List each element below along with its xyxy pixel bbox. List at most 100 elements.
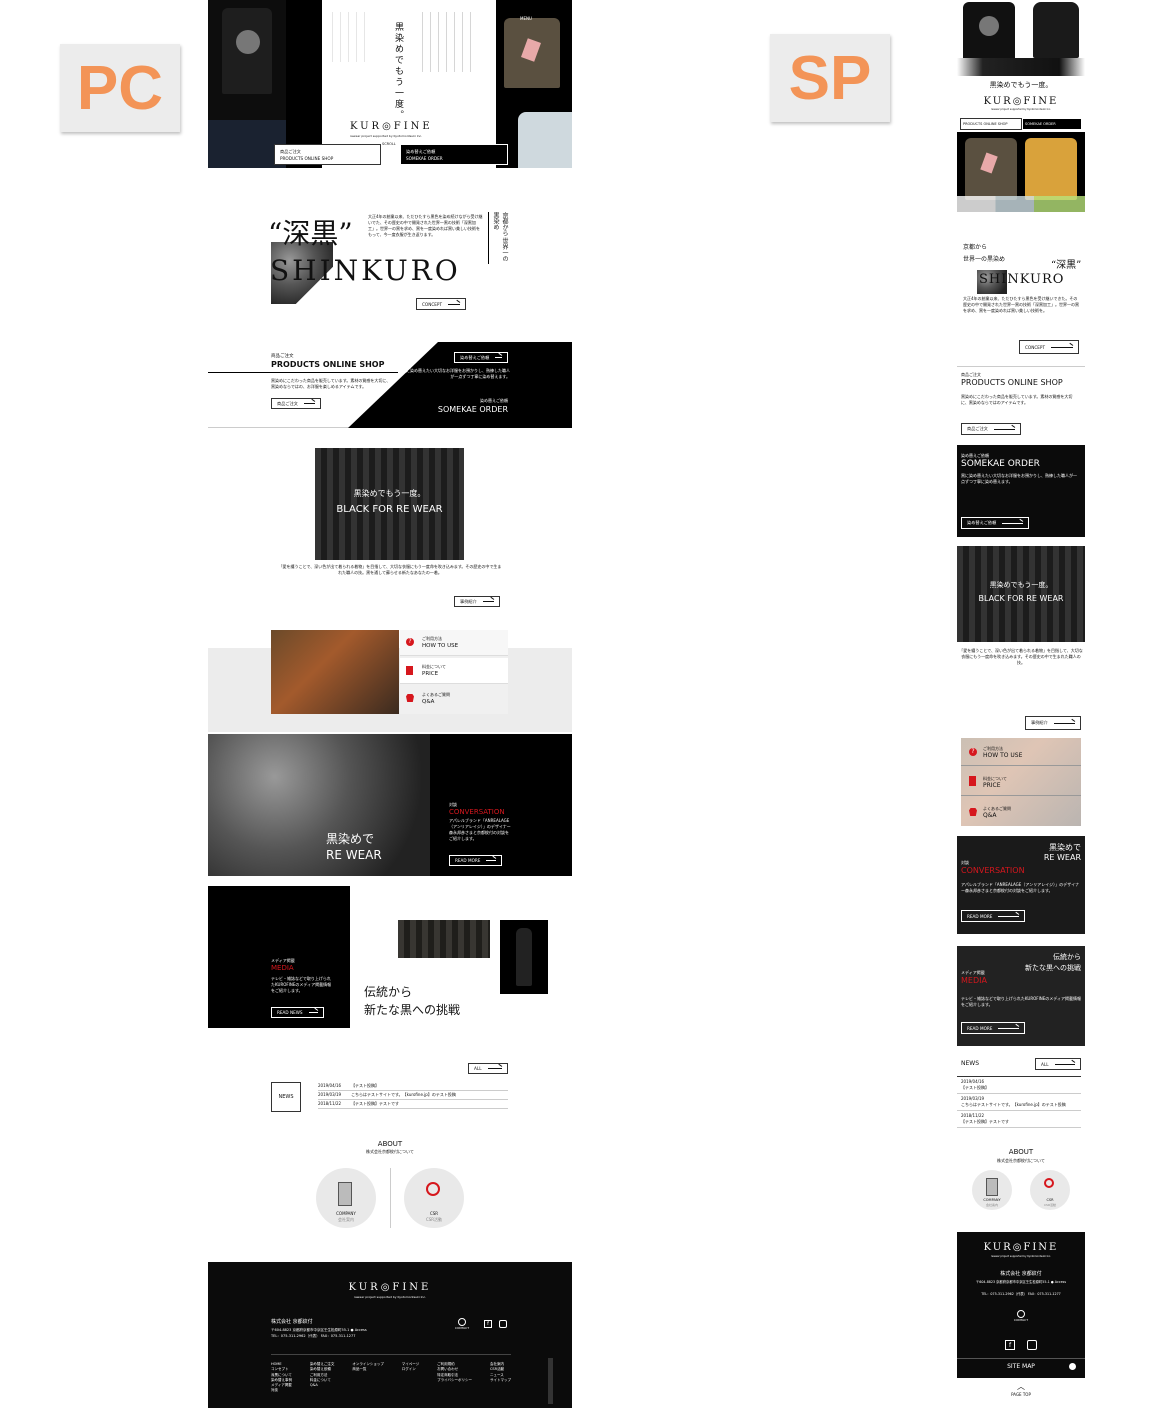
sp-order-section: 染め替えご依頼 SOMEKAE ORDER 黒に染め替えたい大切なお洋服をお預か… (957, 445, 1085, 537)
conversation-button[interactable]: READ MORE (449, 855, 502, 866)
pc-about: ABOUT 株式会社京都紋付について COMPANY 会社案内 CSR CSR活… (208, 1140, 572, 1232)
footer-link[interactable]: Q&A (310, 1383, 335, 1388)
split-order-body: 黒に染め替えたい大切なお洋服をお預かりし、熟練した職人が一点ずつ丁寧に染め替えま… (402, 368, 510, 379)
company-link[interactable]: COMPANY 会社案内 (316, 1168, 376, 1228)
building-icon (986, 1178, 998, 1196)
conversation-body: アパレルブランド「ANREALAGE（アンリアレイジ）」のデザイナー森永邦彦さま… (449, 818, 511, 841)
news-item[interactable]: 2018/11/22 【テスト投稿】テストです (318, 1100, 508, 1109)
facebook-icon[interactable]: f (1005, 1340, 1015, 1350)
media-button[interactable]: READ NEWS (271, 1007, 324, 1018)
sp-rewear-line2: BLACK FOR RE WEAR (978, 594, 1064, 603)
footer-col: 染め替えご注文 染め替え依頼 ご利用方法 料金について Q&A (310, 1362, 335, 1394)
news-item[interactable]: 2019/04/16 【テスト投稿】 (957, 1077, 1081, 1094)
hero-shop-button[interactable]: 商品ご注文 PRODUCTS ONLINE SHOP (274, 144, 381, 165)
sp-order-button[interactable]: SOMEKAE ORDER (1022, 118, 1082, 130)
news-item[interactable]: 2019/04/16 【テスト投稿】 (318, 1082, 508, 1091)
split-order-button[interactable]: 染め替えご依頼 (454, 352, 508, 363)
pc-conversation[interactable]: 黒染めで RE WEAR 対談 CONVERSATION アパレルブランド「AN… (208, 734, 572, 876)
sp-pagetop-chevron-icon[interactable]: ︿ (957, 1383, 1085, 1391)
pc-rewear: 黒染めでもう一度。 BLACK FOR RE WEAR 「愛を纏うことで、深い色… (208, 448, 572, 613)
guide-qa[interactable]: よくあるご質問 Q&A (400, 686, 508, 712)
sp-news-list: 2019/04/16 【テスト投稿】 2019/03/19 こちらはテストサイトです… (957, 1076, 1081, 1128)
sp-denim-row (957, 58, 1085, 76)
sp-pagetop[interactable]: PAGE TOP (957, 1392, 1085, 1398)
guide-2-jp: よくあるご質問 (422, 692, 450, 697)
hero-vertical-text (422, 12, 472, 72)
shinkuro-vertical: 京都から 世界一の黒染め (488, 212, 509, 264)
hero-right-photos: MENU (496, 0, 572, 168)
news-item[interactable]: 2018/11/22 【テスト投稿】テストです (957, 1111, 1081, 1128)
about-sub: 株式会社京都紋付について (366, 1149, 414, 1154)
sp-media-overlay-2: 新たな黒への挑戦 (1025, 964, 1081, 972)
sp-csr-link[interactable]: CSR CSR活動 (1030, 1170, 1070, 1210)
sp-footer-logo[interactable]: KUR◎FINE (957, 1242, 1085, 1253)
sitemap-toggle-icon[interactable] (1069, 1363, 1076, 1370)
footer-link[interactable]: 染め替え依頼 (310, 1367, 335, 1372)
facebook-icon[interactable]: f (484, 1320, 492, 1328)
sp-conversation[interactable]: 黒染めで RE WEAR 対談 CONVERSATION アパレルブランド「AN… (957, 836, 1085, 934)
sp-media-title: MEDIA (961, 976, 987, 985)
split-shop-button[interactable]: 商品ご注文 (271, 398, 321, 409)
footer-link[interactable]: 対談 (271, 1388, 292, 1393)
sp-guide-qa[interactable]: よくあるご質問 Q&A (961, 798, 1081, 826)
about-divider (390, 1168, 391, 1228)
sp-rewear-line1: 黒染めでもう一度。 (989, 581, 1053, 589)
sp-footer-contact[interactable]: CONTACT (1011, 1310, 1031, 1322)
sp-footer-access[interactable]: Access (1055, 1280, 1066, 1284)
footer-logo[interactable]: KUR◎FINE (208, 1282, 572, 1293)
footer-link[interactable]: 深黒について (271, 1373, 292, 1378)
sp-catch: 黒染めでもう一度。 (989, 81, 1053, 89)
footer-link[interactable]: 商品一覧 (352, 1367, 384, 1372)
footer-col: ご利用規約 お問い合わせ 特定商取引法 プライバシーポリシー (437, 1362, 472, 1394)
instagram-icon[interactable] (1027, 1340, 1037, 1350)
sp-logo[interactable]: KUR◎FINE (957, 96, 1085, 107)
hero-order-en: SOMEKAE ORDER (406, 155, 443, 161)
footer-link[interactable]: サイトマップ (490, 1378, 511, 1383)
footer-access[interactable]: Access (355, 1328, 367, 1332)
instagram-icon[interactable] (499, 1320, 507, 1328)
footer-address: 〒604-8823 京都府京都市中京区壬生松原町55-1 ● Access (271, 1328, 367, 1332)
sp-guide-price[interactable]: 料金について PRICE (961, 768, 1081, 796)
shinkuro-title-en: SHINKURO (270, 254, 461, 287)
footer-link[interactable]: ログイン (402, 1367, 419, 1372)
rewear-button[interactable]: 事例紹介 (454, 596, 500, 607)
footer-link[interactable]: プライバシーポリシー (437, 1378, 472, 1383)
hero-logo[interactable]: KUR◎FINE (350, 121, 433, 132)
news-list: 2019/04/16 【テスト投稿】 2019/03/19 こちらはテストサイトです… (318, 1082, 508, 1109)
sp-order-small-button[interactable]: 染め替えご依頼 (961, 517, 1029, 529)
concept-button[interactable]: CONCEPT (416, 298, 466, 310)
sp-media-button[interactable]: READ MORE (961, 1022, 1025, 1034)
sp-news-all-button[interactable]: ALL (1035, 1058, 1081, 1070)
hero-order-button[interactable]: 染め替えご依頼 SOMEKAE ORDER (400, 144, 508, 165)
sp-about-title: ABOUT (1008, 1148, 1034, 1156)
sp-guide-how-to-use[interactable]: ? ご利用方法 HOW TO USE (961, 738, 1081, 766)
hero-tshirt-photo (208, 0, 286, 120)
media-title: MEDIA (271, 964, 294, 972)
sp-footer: KUR◎FINE rewear project supported by Kyo… (957, 1232, 1085, 1378)
news-item[interactable]: 2019/03/19 こちらはテストサイトです。【kurofine.jp】のテスト… (318, 1091, 508, 1100)
page-top-bar[interactable] (548, 1358, 553, 1404)
guide-price[interactable]: 料金について PRICE (400, 658, 508, 684)
guide-photo (271, 630, 399, 714)
sp-concept-button[interactable]: CONCEPT (1019, 340, 1079, 354)
footer-contact[interactable]: CONTACT (452, 1318, 472, 1331)
sp-company-link[interactable]: COMPANY 会社案内 (972, 1170, 1012, 1210)
sp-shop-button[interactable]: PRODUCTS ONLINE SHOP (960, 118, 1022, 130)
csr-link[interactable]: CSR CSR活動 (404, 1168, 464, 1228)
news-all-button[interactable]: ALL (468, 1063, 508, 1074)
sp-media[interactable]: 伝統から 新たな黒への挑戦 メディア掲載 MEDIA テレビ・雑誌などで取り上げ… (957, 946, 1085, 1046)
shinkuro-title-jp: “深黒” (268, 217, 353, 250)
footer-tel: TEL：075-311-2962（代表） FAX：075-311-1277 (271, 1334, 356, 1338)
hero-scroll[interactable]: SCROLL (382, 142, 396, 147)
hero-catch: 黒染めでもう一度。 (393, 22, 403, 121)
hero-menu[interactable]: MENU (520, 16, 532, 22)
sp-shop-small-button[interactable]: 商品ご注文 (961, 423, 1021, 435)
footer-company: 株式会社 京都紋付 (271, 1319, 313, 1325)
sp-rewear-button[interactable]: 事例紹介 (1025, 716, 1081, 730)
sp-sitemap[interactable]: SITE MAP (957, 1363, 1085, 1370)
sp-conv-button[interactable]: READ MORE (961, 910, 1025, 922)
guide-how-to-use[interactable]: ? ご利用方法 HOW TO USE (400, 630, 508, 656)
news-item[interactable]: 2019/03/19 こちらはテストサイトです。【kurofine.jp】のテスト… (957, 1094, 1081, 1111)
media-catch-2: 新たな黒への挑戦 (364, 1003, 461, 1017)
split-order-jp: 染め替えご依頼 (480, 398, 508, 403)
